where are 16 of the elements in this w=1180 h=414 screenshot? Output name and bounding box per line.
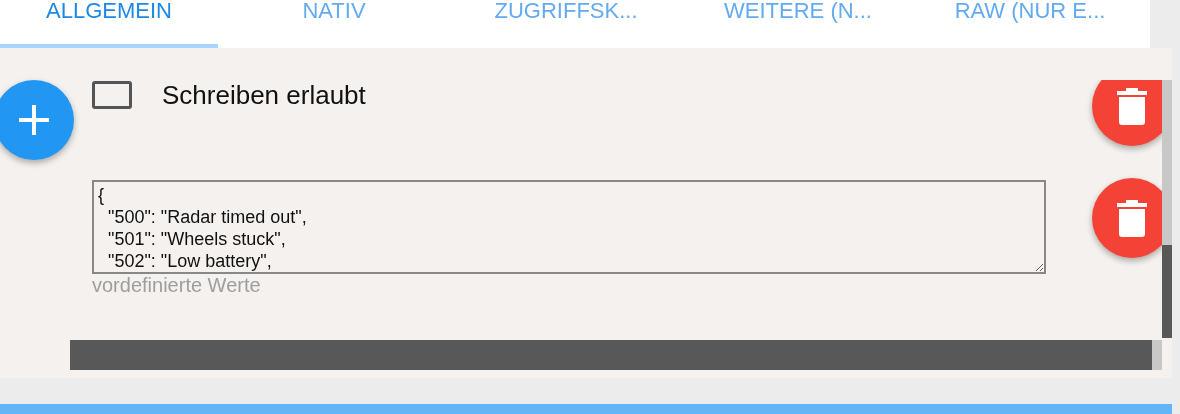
trash-icon (1116, 86, 1148, 126)
checkbox[interactable] (92, 81, 132, 109)
tab[interactable]: ZUGRIFFSK... (450, 0, 682, 48)
field-label: vordefinierte Werte (92, 274, 261, 297)
tab[interactable]: NATIV (218, 0, 450, 48)
trash-icon (1116, 198, 1148, 238)
plus-icon (19, 105, 49, 135)
tab[interactable]: RAW (NUR E... (914, 0, 1146, 48)
delete-button[interactable] (1092, 80, 1162, 146)
scrollbar[interactable] (70, 340, 1162, 370)
text-area[interactable]: { "500": "Radar timed out", "501": "Wheels stuck", "502": "Low battery", (92, 180, 1046, 274)
add-button[interactable] (0, 80, 74, 160)
checkbox-label: Schreiben erlaubt (162, 80, 366, 111)
tab[interactable]: WEITERE (N... (682, 0, 914, 48)
scrollbar[interactable] (1162, 80, 1172, 338)
delete-button[interactable] (1092, 178, 1162, 258)
